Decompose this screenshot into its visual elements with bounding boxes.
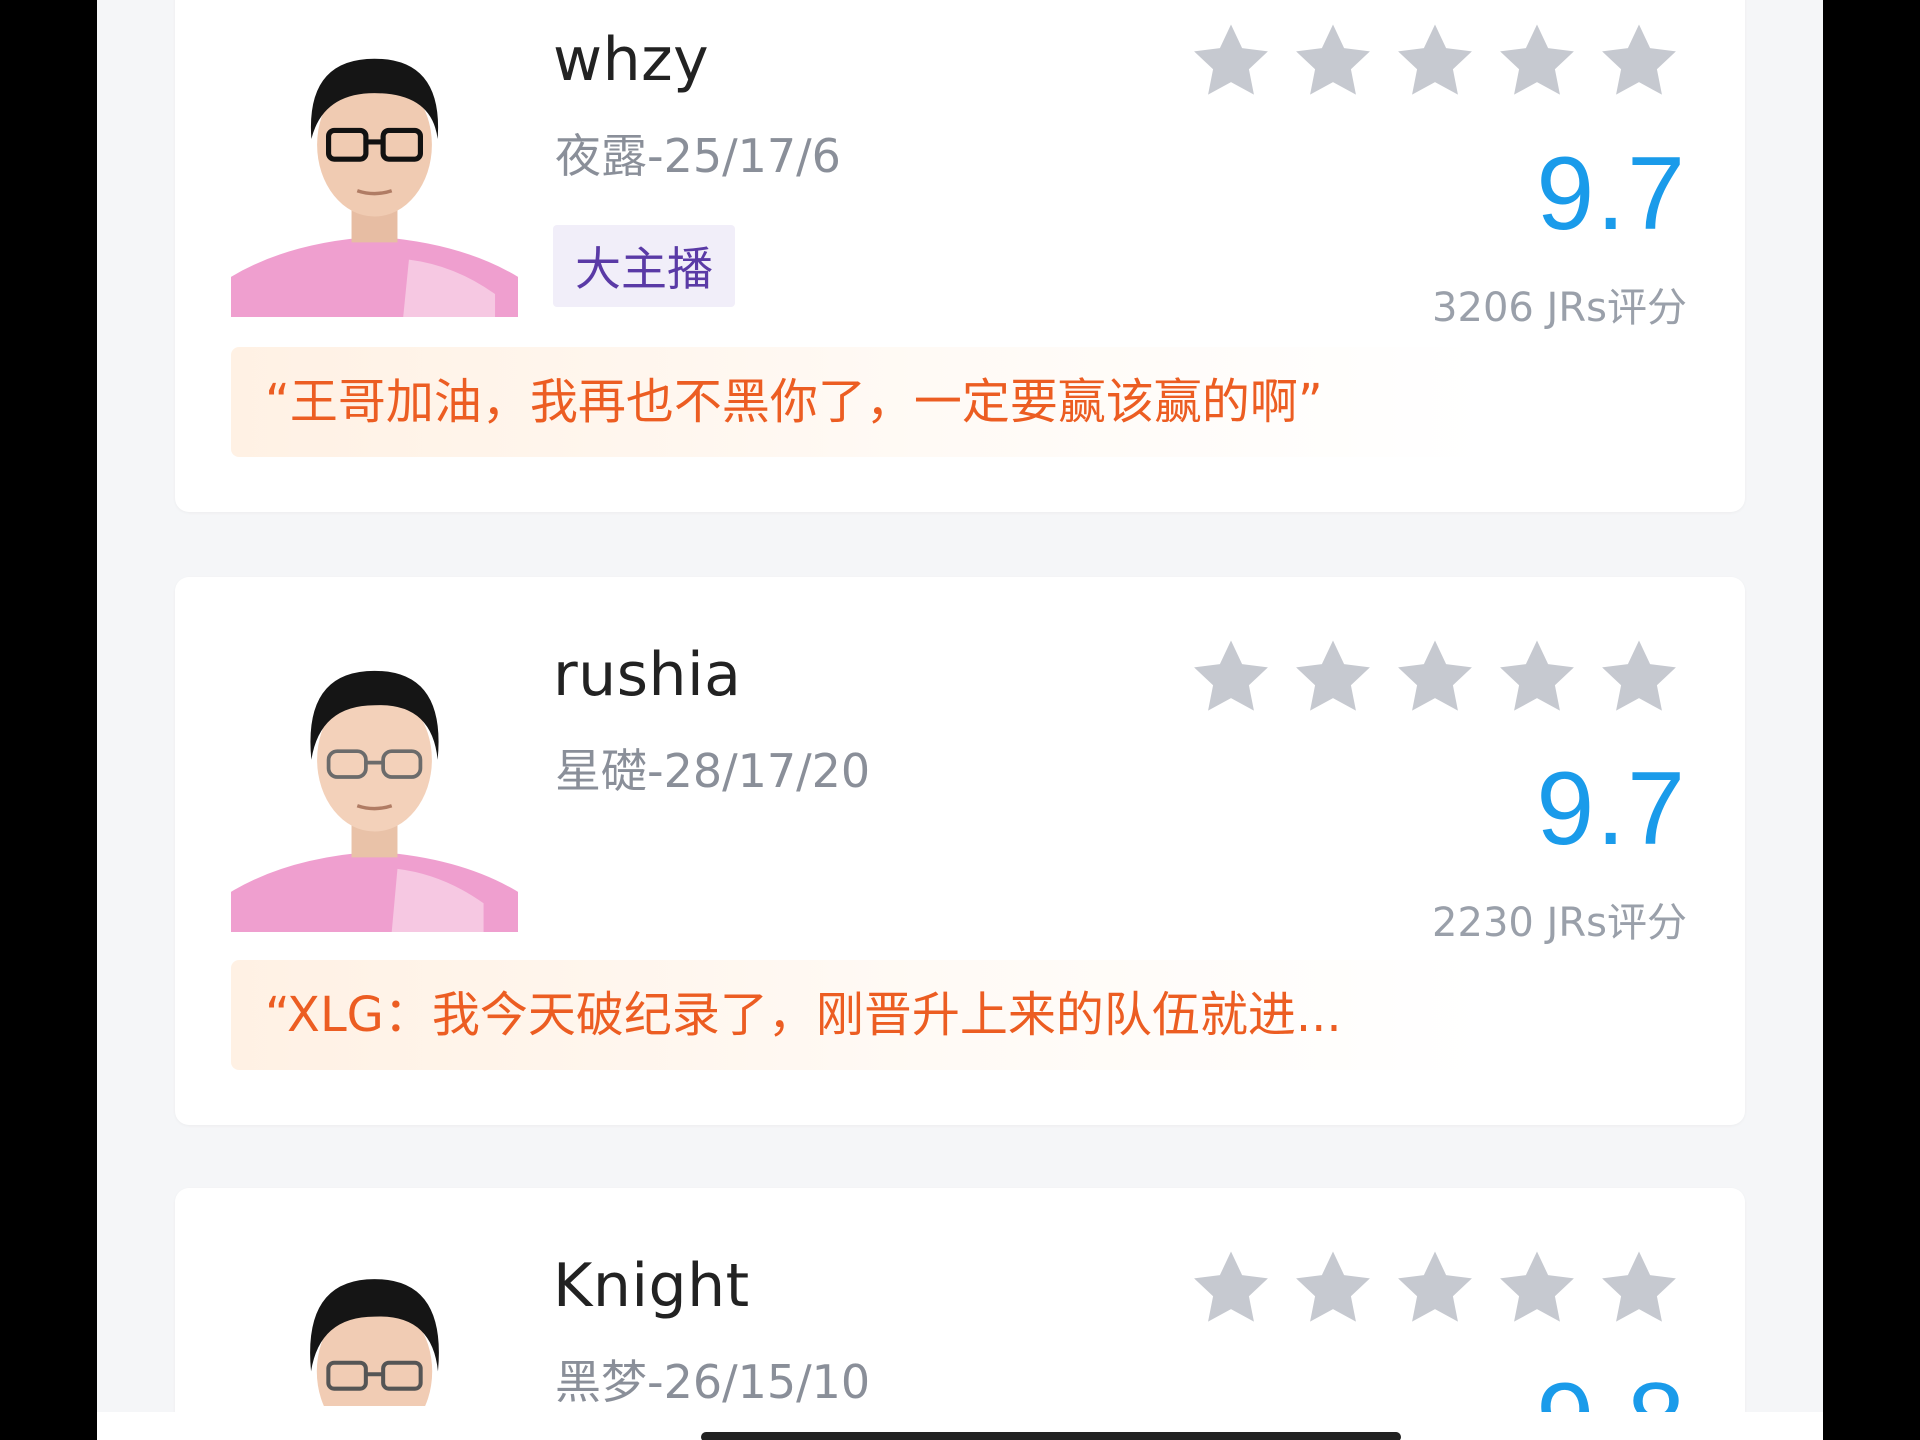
- star-icon[interactable]: [1188, 18, 1274, 104]
- rating-stars[interactable]: [1188, 634, 1682, 720]
- player-portrait-icon: [231, 1256, 518, 1406]
- featured-comment[interactable]: “XLG：我今天破纪录了，刚晋升上来的队伍就进...: [231, 960, 1488, 1070]
- player-name: rushia: [553, 640, 742, 710]
- star-icon[interactable]: [1290, 18, 1376, 104]
- player-card[interactable]: whzy 夜露-25/17/6 大主播 9.7 3206 JRs评分 “王哥加油…: [175, 0, 1745, 512]
- player-avatar: [231, 645, 518, 932]
- player-avatar: [231, 30, 518, 317]
- player-card[interactable]: Knight 黑梦-26/15/10 9.8: [175, 1188, 1745, 1440]
- player-portrait-icon: [231, 645, 518, 932]
- player-rating-screen: whzy 夜露-25/17/6 大主播 9.7 3206 JRs评分 “王哥加油…: [97, 0, 1823, 1440]
- player-stats: 夜露-25/17/6: [555, 129, 841, 183]
- star-icon[interactable]: [1494, 634, 1580, 720]
- star-icon[interactable]: [1188, 634, 1274, 720]
- star-icon[interactable]: [1596, 1245, 1682, 1331]
- vote-count: 3206 JRs评分: [1432, 285, 1687, 331]
- player-score: 9.7: [1536, 136, 1687, 252]
- streamer-tag: 大主播: [553, 225, 735, 307]
- player-name: Knight: [553, 1251, 750, 1321]
- rating-stars[interactable]: [1188, 18, 1682, 104]
- player-stats: 黑梦-26/15/10: [555, 1355, 871, 1409]
- star-icon[interactable]: [1392, 18, 1478, 104]
- star-icon[interactable]: [1392, 634, 1478, 720]
- star-icon[interactable]: [1596, 634, 1682, 720]
- player-stats: 星礎-28/17/20: [555, 744, 871, 798]
- rating-stars[interactable]: [1188, 1245, 1682, 1331]
- star-icon[interactable]: [1494, 1245, 1580, 1331]
- featured-comment[interactable]: “王哥加油，我再也不黑你了，一定要赢该赢的啊”: [231, 347, 1488, 457]
- star-icon[interactable]: [1290, 1245, 1376, 1331]
- star-icon[interactable]: [1494, 18, 1580, 104]
- player-score: 9.7: [1536, 751, 1687, 867]
- star-icon[interactable]: [1392, 1245, 1478, 1331]
- player-name: whzy: [553, 25, 710, 95]
- player-portrait-icon: [231, 30, 518, 317]
- vote-count: 2230 JRs评分: [1432, 900, 1687, 946]
- home-indicator[interactable]: [701, 1432, 1401, 1440]
- player-avatar: [231, 1256, 518, 1406]
- star-icon[interactable]: [1596, 18, 1682, 104]
- star-icon[interactable]: [1188, 1245, 1274, 1331]
- player-card[interactable]: rushia 星礎-28/17/20 9.7 2230 JRs评分 “XLG：我…: [175, 577, 1745, 1125]
- star-icon[interactable]: [1290, 634, 1376, 720]
